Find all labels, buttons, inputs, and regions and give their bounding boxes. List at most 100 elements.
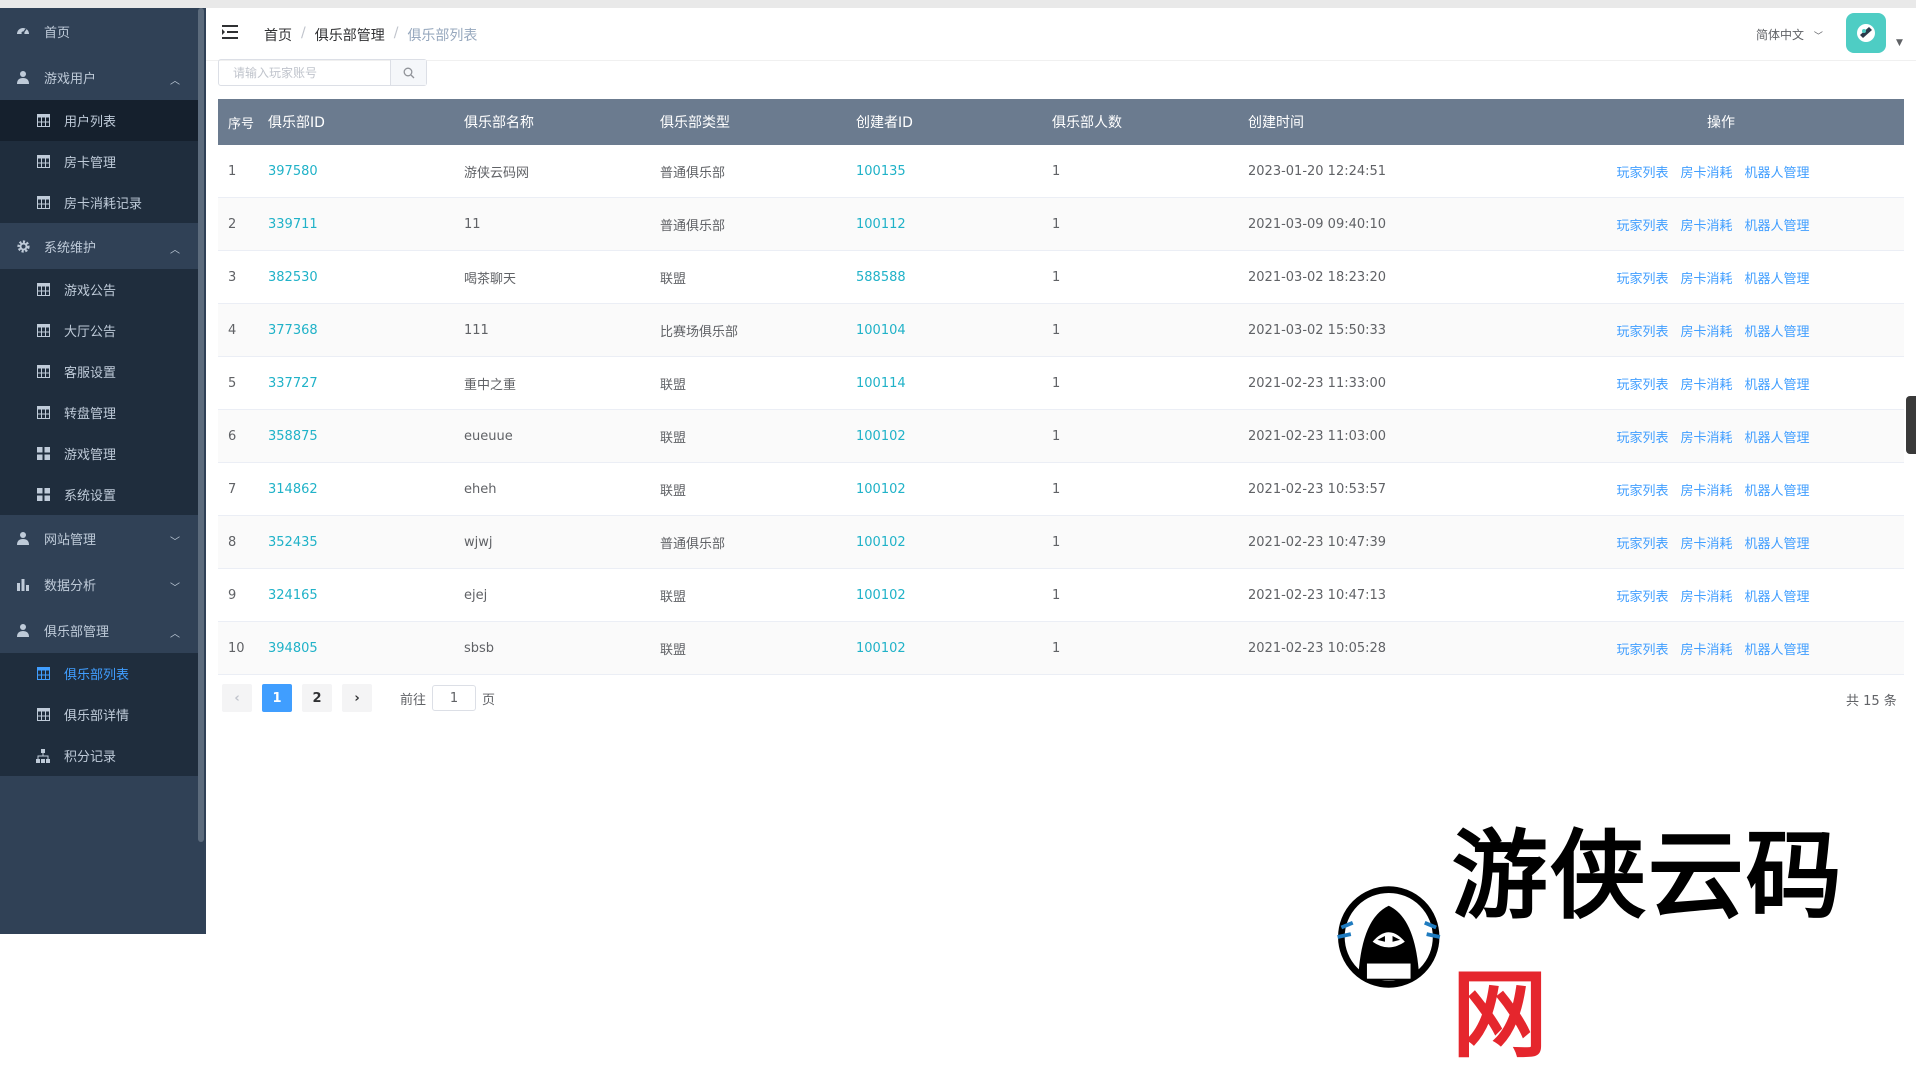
row-number: 5 (228, 375, 237, 391)
robot-management-link[interactable]: 机器人管理 (1745, 374, 1810, 393)
sidebar-item-4[interactable]: 房卡消耗记录 (0, 182, 198, 223)
card-consumption-link[interactable]: 房卡消耗 (1680, 268, 1732, 287)
robot-management-link[interactable]: 机器人管理 (1745, 427, 1810, 446)
robot-management-link[interactable]: 机器人管理 (1745, 586, 1810, 605)
goto-page-input[interactable]: 1 (432, 685, 477, 711)
player-list-link[interactable]: 玩家列表 (1616, 639, 1668, 658)
row-actions: 玩家列表 房卡消耗 机器人管理 (1616, 215, 1809, 234)
row-actions: 玩家列表 房卡消耗 机器人管理 (1616, 321, 1809, 340)
robot-management-link[interactable]: 机器人管理 (1745, 321, 1810, 340)
sidebar-item-6[interactable]: 游戏公告 (0, 269, 198, 310)
card-consumption-link[interactable]: 房卡消耗 (1680, 639, 1732, 658)
search-button[interactable] (390, 60, 426, 85)
player-list-link[interactable]: 玩家列表 (1616, 480, 1668, 499)
sidebar-item-12[interactable]: 网站管理 ﹀ (0, 515, 198, 561)
next-page-button[interactable]: › (342, 684, 372, 712)
sidebar-item-1[interactable]: 游戏用户 ︿ (0, 54, 198, 100)
sidebar-item-14[interactable]: 俱乐部管理 ︿ (0, 607, 198, 653)
player-account-input[interactable] (219, 60, 390, 85)
card-consumption-link[interactable]: 房卡消耗 (1680, 533, 1732, 552)
club-id-link[interactable]: 324165 (268, 588, 318, 603)
table-cell-actions: 玩家列表 房卡消耗 机器人管理 (1538, 533, 1904, 552)
robot-management-link[interactable]: 机器人管理 (1745, 162, 1810, 181)
table-cell: 397580 (268, 164, 464, 179)
sidebar-item-2[interactable]: 用户列表 (0, 100, 198, 141)
sidebar-item-label: 积分记录 (64, 750, 117, 765)
robot-management-link[interactable]: 机器人管理 (1745, 533, 1810, 552)
card-consumption-link[interactable]: 房卡消耗 (1680, 162, 1732, 181)
sidebar-item-5[interactable]: 系统维护 ︿ (0, 223, 198, 269)
hamburger-icon[interactable] (222, 24, 240, 40)
page-button-1[interactable]: 1 (262, 684, 292, 712)
table-cell: 联盟 (660, 374, 856, 393)
card-consumption-link[interactable]: 房卡消耗 (1680, 427, 1732, 446)
sidebar-item-3[interactable]: 房卡管理 (0, 141, 198, 182)
creator-id-link[interactable]: 100114 (856, 376, 906, 391)
card-consumption-link[interactable]: 房卡消耗 (1680, 321, 1732, 340)
sidebar-item-13[interactable]: 数据分析 ﹀ (0, 561, 198, 607)
club-id-link[interactable]: 397580 (268, 164, 318, 179)
prev-page-button[interactable]: ‹ (222, 684, 252, 712)
card-consumption-link[interactable]: 房卡消耗 (1680, 374, 1732, 393)
player-list-link[interactable]: 玩家列表 (1616, 268, 1668, 287)
sidebar-item-10[interactable]: 游戏管理 (0, 433, 198, 474)
sidebar-item-8[interactable]: 客服设置 (0, 351, 198, 392)
club-id-link[interactable]: 352435 (268, 535, 318, 550)
avatar-caret-icon[interactable]: ▼ (1896, 38, 1903, 48)
member-count: 1 (1052, 375, 1061, 391)
club-id-link[interactable]: 394805 (268, 641, 318, 656)
creator-id-link[interactable]: 100104 (856, 323, 906, 338)
card-consumption-link[interactable]: 房卡消耗 (1680, 215, 1732, 234)
club-id-link[interactable]: 377368 (268, 323, 318, 338)
player-list-link[interactable]: 玩家列表 (1616, 215, 1668, 234)
player-list-link[interactable]: 玩家列表 (1616, 533, 1668, 552)
member-count: 1 (1052, 269, 1061, 285)
robot-management-link[interactable]: 机器人管理 (1745, 639, 1810, 658)
sidebar-item-9[interactable]: 转盘管理 (0, 392, 198, 433)
side-drawer-handle[interactable] (1906, 396, 1916, 454)
table-cell: 1 (1052, 217, 1248, 232)
sidebar-item-15[interactable]: 俱乐部列表 (0, 653, 198, 694)
player-list-link[interactable]: 玩家列表 (1616, 586, 1668, 605)
avatar[interactable] (1846, 13, 1886, 53)
club-id-link[interactable]: 358875 (268, 429, 318, 444)
player-list-link[interactable]: 玩家列表 (1616, 427, 1668, 446)
sidebar-item-7[interactable]: 大厅公告 (0, 310, 198, 351)
player-list-link[interactable]: 玩家列表 (1616, 321, 1668, 340)
creator-id-link[interactable]: 100135 (856, 164, 906, 179)
table-cell: 普通俱乐部 (660, 533, 856, 552)
player-list-link[interactable]: 玩家列表 (1616, 374, 1668, 393)
breadcrumb-home[interactable]: 首页 (264, 25, 292, 45)
sidebar-item-label: 系统维护 (44, 240, 97, 256)
table-cell-actions: 玩家列表 房卡消耗 机器人管理 (1538, 215, 1904, 234)
table-cell: 111 (464, 323, 660, 338)
table-cell-actions: 玩家列表 房卡消耗 机器人管理 (1538, 427, 1904, 446)
club-id-link[interactable]: 314862 (268, 482, 318, 497)
creator-id-link[interactable]: 100102 (856, 588, 906, 603)
creator-id-link[interactable]: 100102 (856, 482, 906, 497)
creator-id-link[interactable]: 588588 (856, 270, 906, 285)
creator-id-link[interactable]: 100102 (856, 641, 906, 656)
page-button-2[interactable]: 2 (302, 684, 332, 712)
player-list-link[interactable]: 玩家列表 (1616, 162, 1668, 181)
club-id-link[interactable]: 382530 (268, 270, 318, 285)
robot-management-link[interactable]: 机器人管理 (1745, 480, 1810, 499)
creator-id-link[interactable]: 100112 (856, 217, 906, 232)
member-count: 1 (1052, 481, 1061, 497)
breadcrumb-club-management[interactable]: 俱乐部管理 (315, 25, 385, 45)
robot-management-link[interactable]: 机器人管理 (1745, 268, 1810, 287)
club-id-link[interactable]: 339711 (268, 217, 318, 232)
creator-id-link[interactable]: 100102 (856, 535, 906, 550)
sidebar-item-0[interactable]: 首页 (0, 8, 198, 54)
sidebar-scrollbar[interactable] (198, 8, 204, 842)
club-id-link[interactable]: 337727 (268, 376, 318, 391)
sidebar-item-16[interactable]: 俱乐部详情 (0, 694, 198, 735)
language-selector[interactable]: 简体中文 ﹀ (1756, 26, 1823, 43)
creator-id-link[interactable]: 100102 (856, 429, 906, 444)
sidebar-item-17[interactable]: 积分记录 (0, 735, 198, 776)
sidebar-item-11[interactable]: 系统设置 (0, 474, 198, 515)
table-cell: 1 (1052, 429, 1248, 444)
robot-management-link[interactable]: 机器人管理 (1745, 215, 1810, 234)
card-consumption-link[interactable]: 房卡消耗 (1680, 480, 1732, 499)
card-consumption-link[interactable]: 房卡消耗 (1680, 586, 1732, 605)
